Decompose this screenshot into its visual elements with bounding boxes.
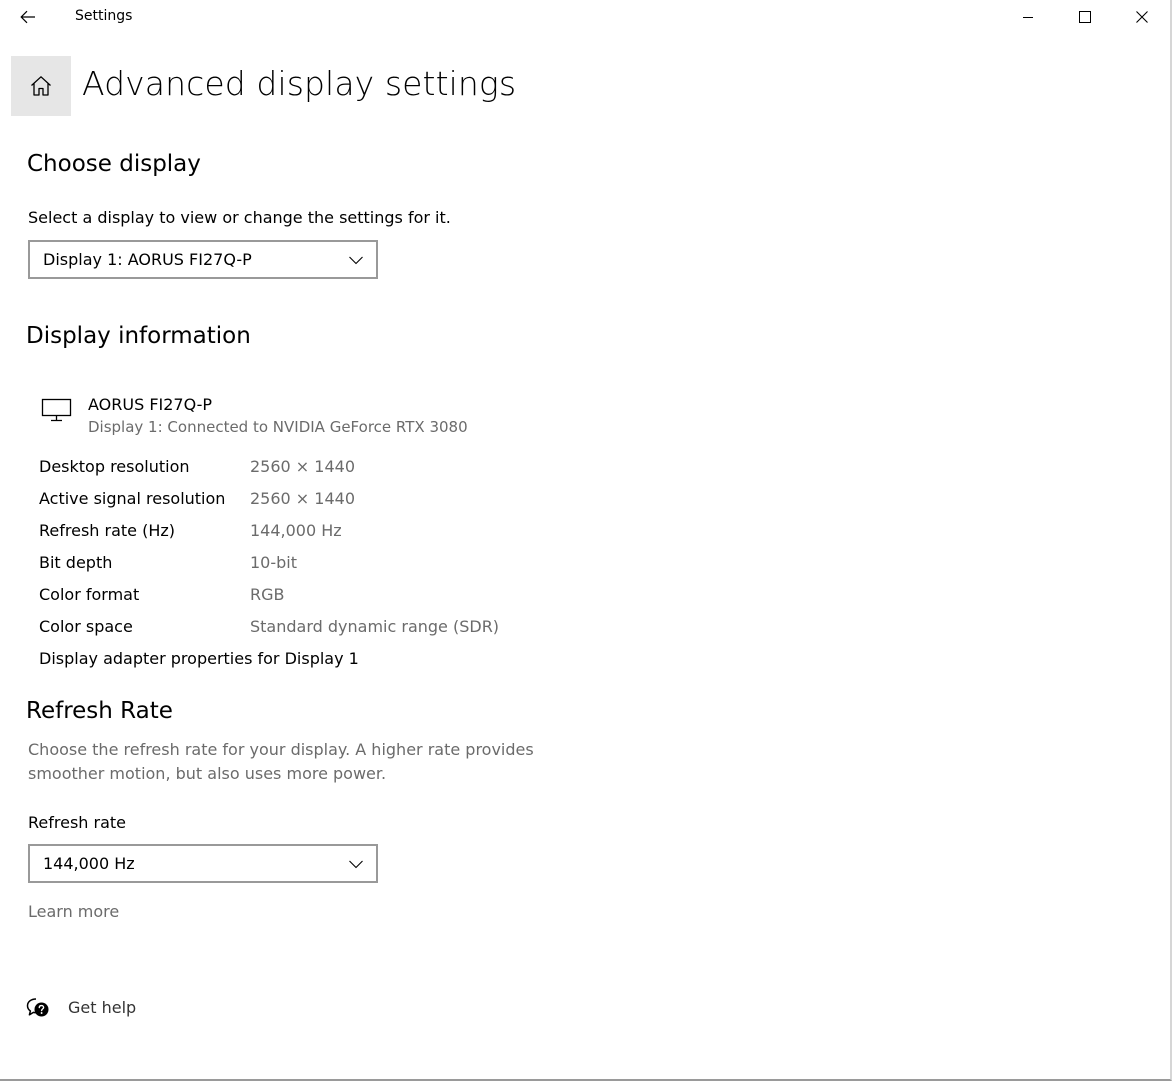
refresh-rate-dropdown[interactable]: 144,000 Hz	[28, 844, 378, 883]
display-select-dropdown[interactable]: Display 1: AORUS FI27Q-P	[28, 240, 378, 279]
info-value-desktop-resolution: 2560 × 1440	[250, 457, 356, 476]
home-icon	[31, 76, 51, 96]
info-label-active-signal-resolution: Active signal resolution	[39, 489, 226, 508]
info-label-desktop-resolution: Desktop resolution	[39, 457, 190, 476]
minimize-icon	[1022, 16, 1033, 18]
close-button[interactable]	[1113, 0, 1170, 33]
back-button[interactable]	[6, 0, 50, 33]
monitor-connection-subtitle: Display 1: Connected to NVIDIA GeForce R…	[88, 418, 468, 436]
info-value-active-signal-resolution: 2560 × 1440	[250, 489, 356, 508]
chevron-down-icon	[349, 860, 363, 869]
refresh-rate-value: 144,000 Hz	[43, 854, 135, 873]
info-value-color-format: RGB	[250, 585, 285, 604]
monitor-name: AORUS FI27Q-P	[88, 395, 213, 414]
display-adapter-properties-link[interactable]: Display adapter properties for Display 1	[39, 649, 359, 668]
close-icon	[1135, 10, 1148, 23]
info-label-bit-depth: Bit depth	[39, 553, 113, 572]
info-label-color-space: Color space	[39, 617, 133, 636]
learn-more-link[interactable]: Learn more	[28, 902, 119, 921]
page-title: Advanced display settings	[82, 64, 517, 103]
refresh-rate-heading: Refresh Rate	[26, 698, 173, 724]
maximize-icon	[1078, 10, 1091, 23]
title-bar: Settings	[0, 0, 1170, 33]
help-chat-icon	[26, 998, 49, 1017]
refresh-rate-description-line2: smoother motion, but also uses more powe…	[28, 764, 387, 783]
choose-display-description: Select a display to view or change the s…	[28, 208, 451, 227]
info-label-color-format: Color format	[39, 585, 140, 604]
minimize-button[interactable]	[999, 0, 1056, 33]
info-value-bit-depth: 10-bit	[250, 553, 298, 572]
get-help-label: Get help	[68, 998, 137, 1017]
refresh-rate-field-label: Refresh rate	[28, 813, 127, 832]
monitor-icon	[41, 398, 72, 422]
display-select-value: Display 1: AORUS FI27Q-P	[43, 250, 252, 269]
window-title: Settings	[75, 8, 133, 24]
maximize-button[interactable]	[1056, 0, 1113, 33]
display-information-heading: Display information	[26, 323, 251, 349]
settings-window: Settings Advanced display settings Choos…	[0, 0, 1172, 1081]
chevron-down-icon	[349, 256, 363, 265]
refresh-rate-description-line1: Choose the refresh rate for your display…	[28, 740, 534, 759]
info-value-refresh-rate: 144,000 Hz	[250, 521, 342, 540]
info-label-refresh-rate: Refresh rate (Hz)	[39, 521, 176, 540]
choose-display-heading: Choose display	[27, 151, 201, 177]
home-button[interactable]	[11, 56, 71, 116]
info-value-color-space: Standard dynamic range (SDR)	[250, 617, 500, 636]
back-arrow-icon	[20, 10, 35, 23]
